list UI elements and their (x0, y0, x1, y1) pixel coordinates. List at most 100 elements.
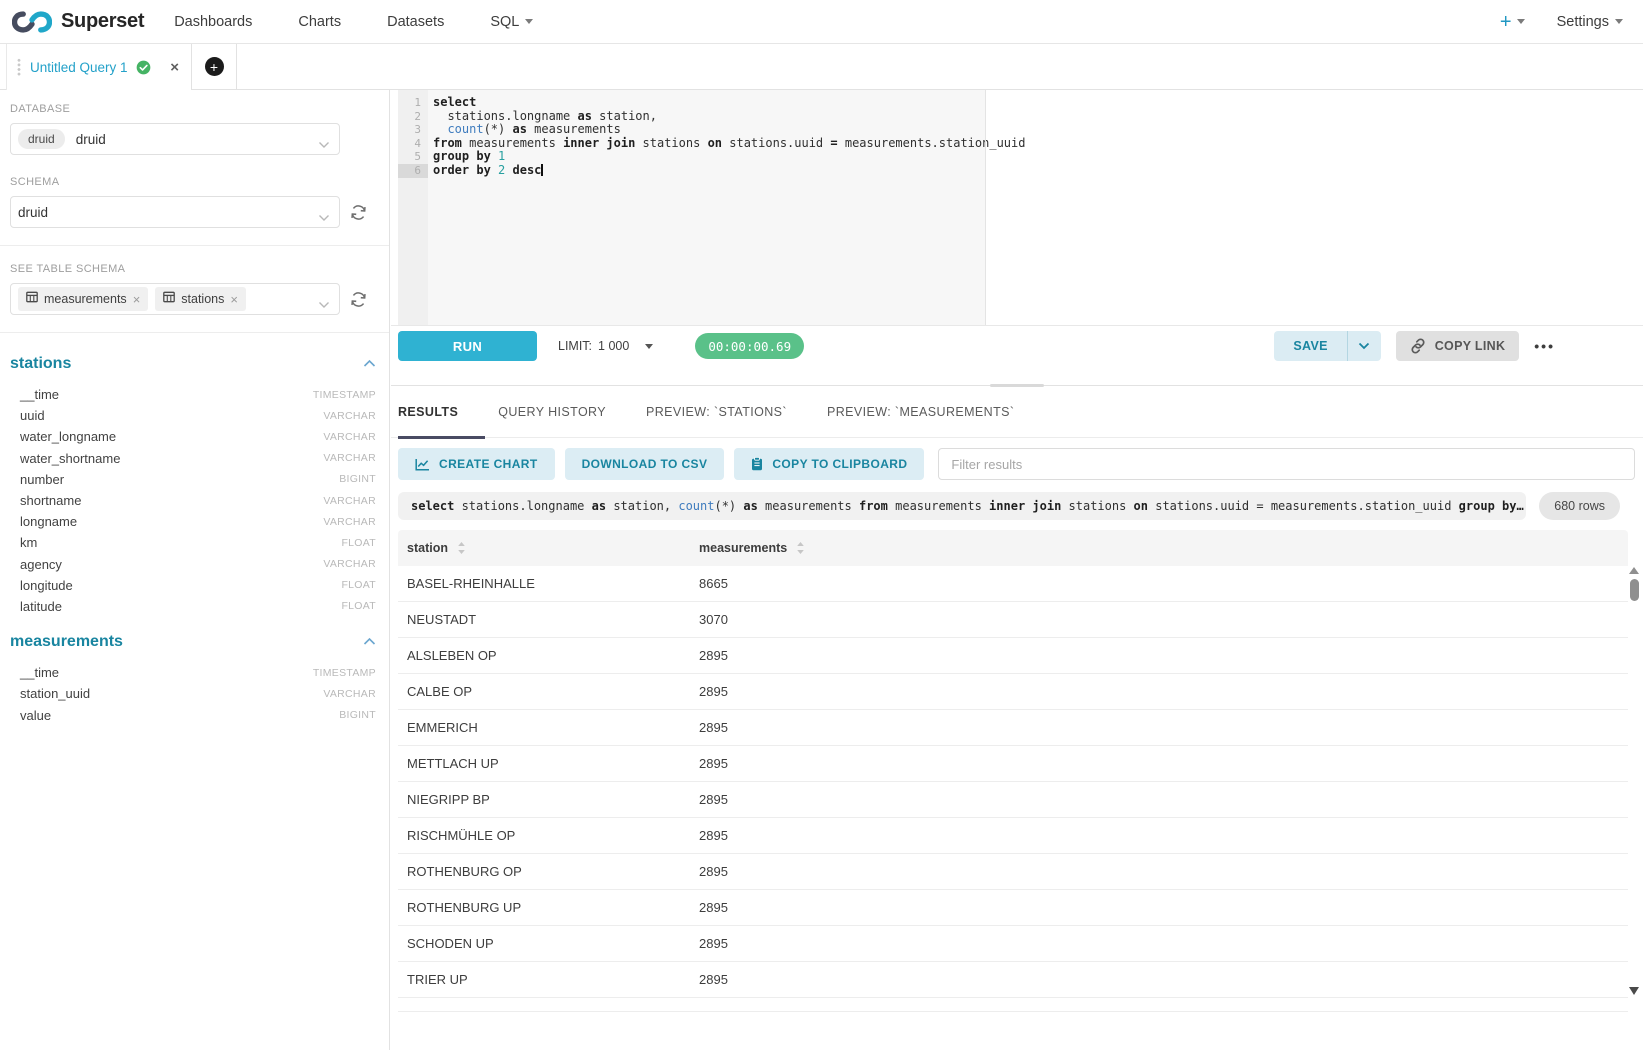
column-type: VARCHAR (323, 431, 376, 443)
success-check-icon (136, 60, 151, 75)
settings-menu[interactable]: Settings (1557, 14, 1623, 30)
add-tab-button[interactable]: + (205, 57, 224, 76)
results-tab-bar: RESULTS QUERY HISTORY PREVIEW: `STATIONS` P… (391, 386, 1643, 438)
copy-link-button[interactable]: COPY LINK (1396, 331, 1520, 361)
caret-down-icon (645, 344, 653, 353)
schema-value: druid (18, 205, 48, 220)
scrollbar-thumb[interactable] (1630, 579, 1639, 601)
save-button[interactable]: SAVE (1274, 331, 1346, 361)
results-table: station measurements BASEL-RHEINHALLE8665… (398, 530, 1628, 1012)
station-cell: ROTHENBURG UP (398, 900, 690, 915)
line-number: 1 (398, 96, 428, 110)
nav-item-charts[interactable]: Charts (298, 14, 341, 30)
table-icon (26, 290, 38, 308)
limit-value: 1 000 (598, 339, 629, 353)
close-tab-icon[interactable]: × (170, 60, 179, 75)
table-schema-select[interactable]: measurements×stations× (10, 283, 340, 315)
save-dropdown-button[interactable] (1348, 331, 1381, 361)
schema-table-name[interactable]: stations (10, 355, 363, 373)
plus-icon: + (1500, 12, 1512, 32)
schema-column-row: water_longnameVARCHAR (0, 426, 389, 447)
refresh-schemas-icon[interactable] (349, 203, 368, 222)
scroll-up-icon[interactable] (1629, 562, 1639, 574)
collapse-icon[interactable] (363, 355, 376, 373)
measurements-cell: 8665 (690, 576, 1628, 591)
nav-item-label: Datasets (387, 14, 444, 30)
refresh-tables-icon[interactable] (349, 290, 368, 309)
table-row: METTLACH UP2895 (398, 746, 1628, 782)
caret-down-icon (1615, 19, 1623, 28)
query-tab[interactable]: Untitled Query 1 × (6, 44, 192, 90)
schema-select[interactable]: druid (10, 196, 340, 228)
column-header-station[interactable]: station (398, 541, 690, 555)
code-line: order by 2 desc (433, 164, 1643, 178)
tab-label: QUERY HISTORY (498, 405, 606, 419)
new-item-button[interactable]: + (1500, 12, 1525, 32)
column-type: VARCHAR (323, 495, 376, 507)
editor-code[interactable]: select stations.longname as station, cou… (428, 90, 1643, 325)
run-button[interactable]: RUN (398, 331, 537, 361)
nav-item-dashboards[interactable]: Dashboards (174, 14, 252, 30)
superset-brand[interactable]: Superset (12, 10, 144, 34)
nav-item-sql[interactable]: SQL (490, 14, 533, 30)
results-scrollbar[interactable] (1629, 562, 1639, 1000)
column-type: TIMESTAMP (313, 667, 376, 679)
chart-icon (415, 458, 430, 471)
remove-chip-icon[interactable]: × (133, 293, 141, 306)
download-to-csv-button[interactable]: DOWNLOAD TO CSV (565, 448, 725, 480)
table-row: EMMERICH2895 (398, 710, 1628, 746)
sort-icon[interactable] (796, 541, 805, 555)
station-cell: NIEGRIPP BP (398, 792, 690, 807)
nav-item-datasets[interactable]: Datasets (387, 14, 444, 30)
schema-table-stations: stations__timeTIMESTAMPuuidVARCHARwater_… (0, 350, 389, 617)
table-row-partial (398, 998, 1628, 1012)
column-header-measurements[interactable]: measurements (690, 541, 1628, 555)
line-number: 5 (398, 150, 428, 164)
database-select[interactable]: druid druid (10, 123, 340, 155)
scroll-down-icon[interactable] (1629, 987, 1639, 1000)
schema-column-row: station_uuidVARCHAR (0, 683, 389, 704)
top-nav: Superset Dashboards Charts Datasets SQL + S… (0, 0, 1643, 44)
schema-column-row: valueBIGINT (0, 704, 389, 725)
tab-preview-measurements[interactable]: PREVIEW: `MEASUREMENTS` (827, 386, 1041, 438)
tab-label: PREVIEW: `MEASUREMENTS` (827, 405, 1014, 419)
measurements-cell: 2895 (690, 648, 1628, 663)
remove-chip-icon[interactable]: × (230, 293, 238, 306)
table-chip-label: stations (181, 292, 224, 306)
query-timer-badge: 00:00:00.69 (695, 333, 804, 359)
measurements-cell: 3070 (690, 612, 1628, 627)
column-name: km (20, 535, 341, 550)
tab-results[interactable]: RESULTS (398, 386, 485, 438)
schema-table-name[interactable]: measurements (10, 633, 363, 651)
table-row: ROTHENBURG OP2895 (398, 854, 1628, 890)
caret-down-icon (525, 19, 533, 28)
column-name: water_shortname (20, 451, 323, 466)
column-type: VARCHAR (323, 688, 376, 700)
table-row: RISCHMÜHLE OP2895 (398, 818, 1628, 854)
column-header-label: measurements (699, 541, 787, 555)
create-chart-button[interactable]: CREATE CHART (398, 448, 555, 480)
nav-item-label: Charts (298, 14, 341, 30)
sort-icon[interactable] (457, 541, 466, 555)
limit-control[interactable]: LIMIT: 1 000 (558, 339, 653, 353)
collapse-icon[interactable] (363, 633, 376, 651)
station-cell: METTLACH UP (398, 756, 690, 771)
copy-to-clipboard-button[interactable]: COPY TO CLIPBOARD (734, 448, 924, 480)
limit-label: LIMIT: (558, 339, 592, 353)
measurements-cell: 2895 (690, 684, 1628, 699)
action-label: CREATE CHART (439, 457, 538, 471)
chevron-down-icon (318, 136, 330, 154)
measurements-cell: 2895 (690, 972, 1628, 987)
results-body: BASEL-RHEINHALLE8665NEUSTADT3070ALSLEBEN… (398, 566, 1628, 1012)
sql-editor[interactable]: 123456 select stations.longname as stati… (398, 90, 1643, 325)
drag-handle-icon[interactable] (17, 58, 21, 76)
column-name: water_longname (20, 429, 323, 444)
copy-link-label: COPY LINK (1435, 339, 1506, 353)
filter-results-input[interactable] (938, 448, 1635, 480)
tab-query-history[interactable]: QUERY HISTORY (498, 386, 633, 438)
more-menu-icon[interactable]: ••• (1534, 338, 1555, 354)
measurements-cell: 2895 (690, 864, 1628, 879)
column-type: FLOAT (341, 537, 376, 549)
tab-preview-stations[interactable]: PREVIEW: `STATIONS` (646, 386, 814, 438)
table-row: SCHODEN UP2895 (398, 926, 1628, 962)
